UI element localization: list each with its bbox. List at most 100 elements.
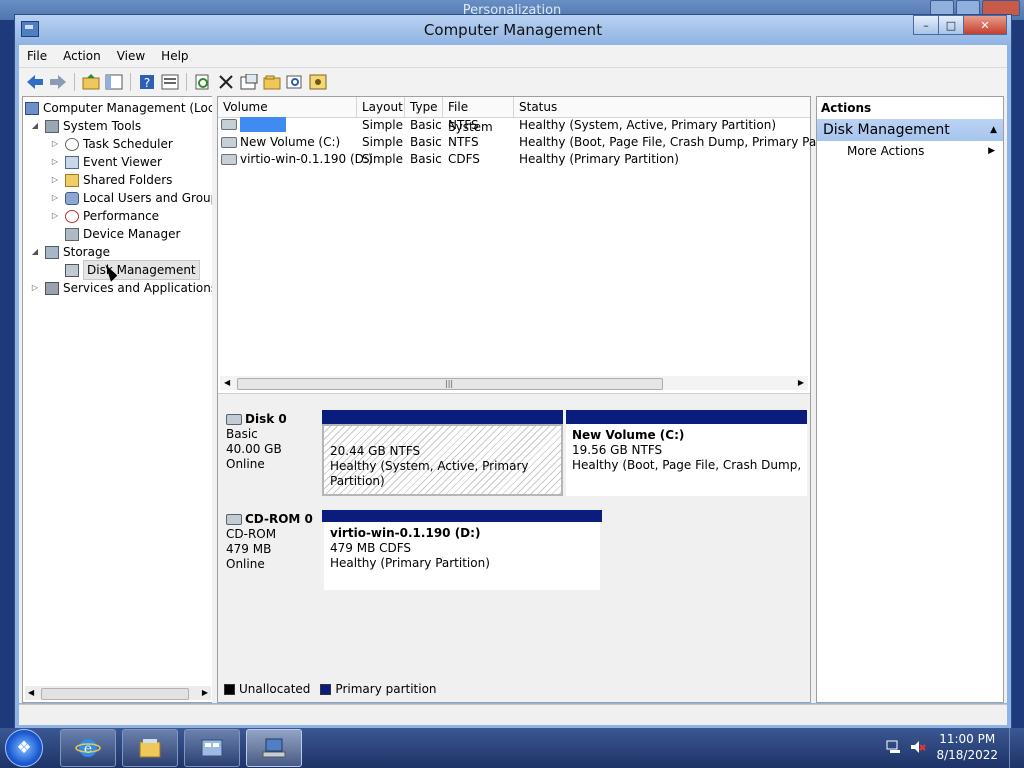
tree-label-storage: Storage (63, 245, 110, 259)
disk-0-info[interactable]: Disk 0 Basic 40.00 GB Online (226, 412, 287, 472)
taskbar-explorer[interactable] (122, 729, 178, 767)
volume-row[interactable]: New Volume (C:) Simple Basic NTFS Health… (218, 134, 852, 151)
collapse-icon[interactable]: ◢ (29, 117, 41, 135)
tree-item-disk-management[interactable]: Disk Management (65, 260, 200, 280)
menu-help[interactable]: Help (153, 49, 196, 63)
toolbar-separator (130, 73, 131, 91)
volume-row[interactable]: Simple Basic NTFS Healthy (System, Activ… (218, 117, 810, 134)
menu-action[interactable]: Action (55, 49, 109, 63)
partition-system[interactable]: 20.44 GB NTFS Healthy (System, Active, P… (322, 424, 563, 496)
expand-icon[interactable]: ▷ (49, 153, 61, 171)
properties-sheet-icon[interactable] (239, 72, 259, 92)
file-explorer-icon (139, 739, 161, 758)
partition-status: Healthy (Primary Partition) (330, 556, 490, 570)
taskbar-internet-explorer[interactable]: e (60, 729, 116, 767)
tree-item-task-scheduler[interactable]: ▷ Task Scheduler (49, 135, 173, 153)
column-volume[interactable]: Volume (218, 97, 357, 117)
tree-item-root[interactable]: Computer Management (Local (25, 99, 214, 117)
column-type[interactable]: Type (405, 97, 443, 117)
start-button[interactable]: ❖ (5, 729, 43, 767)
partition-c[interactable]: New Volume (C:) 19.56 GB NTFS Healthy (B… (566, 424, 807, 496)
partition-status: Healthy (Boot, Page File, Crash Dump, Pr… (572, 458, 801, 472)
tree-label-device-manager: Device Manager (83, 227, 181, 241)
scroll-left-icon[interactable]: ◀ (224, 376, 230, 390)
tree-horizontal-scrollbar[interactable]: ◀ ▶ (25, 686, 211, 700)
volume-type: Basic (410, 152, 442, 166)
column-status[interactable]: Status (514, 97, 812, 117)
tree-item-system-tools[interactable]: ◢ System Tools (29, 117, 141, 135)
column-file-system[interactable]: File System (443, 97, 514, 134)
tree-item-shared-folders[interactable]: ▷ Shared Folders (49, 171, 172, 189)
title-bar[interactable]: Computer Management – □ ✕ (15, 15, 1011, 45)
volume-type: Basic (410, 135, 442, 149)
tree-item-event-viewer[interactable]: ▷ Event Viewer (49, 153, 162, 171)
taskbar-computer-management[interactable] (246, 729, 302, 767)
tree-label-local-users: Local Users and Groups (83, 191, 214, 205)
expand-icon[interactable]: ▷ (49, 189, 61, 207)
more-actions-label: More Actions (847, 144, 925, 158)
system-tray: 11:00 PM 8/18/2022 (884, 728, 1024, 768)
svg-text:?: ? (144, 76, 150, 90)
volume-layout: Simple (362, 152, 403, 166)
volume-muted-icon[interactable] (910, 740, 926, 754)
tree-label-shared-folders: Shared Folders (83, 173, 173, 187)
tree-item-local-users[interactable]: ▷ Local Users and Groups (49, 189, 214, 207)
collapse-icon[interactable]: ◢ (29, 243, 41, 261)
tree-item-services[interactable]: ▷ Services and Applications (29, 279, 213, 297)
forward-icon[interactable] (48, 72, 68, 92)
scroll-right-icon[interactable]: ▶ (798, 376, 804, 390)
expand-icon[interactable]: ▷ (49, 207, 61, 225)
expand-icon[interactable]: ▷ (29, 279, 41, 297)
scroll-right-icon[interactable]: ▶ (202, 686, 208, 700)
scroll-grip-icon: ||| (445, 379, 454, 388)
volume-horizontal-scrollbar[interactable]: ◀ ||| ▶ (220, 376, 808, 390)
tree-scroll-thumb[interactable] (41, 688, 189, 700)
partition-d[interactable]: virtio-win-0.1.190 (D:) 479 MB CDFS Heal… (324, 522, 600, 590)
tree-item-device-manager[interactable]: Device Manager (65, 225, 180, 243)
help-icon[interactable]: ? (137, 72, 157, 92)
internet-explorer-icon: e (75, 739, 101, 757)
partition-label (330, 430, 555, 444)
computer-management-taskbar-icon (262, 738, 286, 758)
network-icon[interactable] (886, 740, 902, 754)
disk-size: 479 MB (226, 542, 272, 556)
close-button[interactable]: ✕ (963, 15, 1007, 35)
minimize-button[interactable]: – (913, 15, 939, 35)
back-icon[interactable] (25, 72, 45, 92)
tree-item-performance[interactable]: ▷ Performance (49, 207, 159, 225)
cdrom-0-info[interactable]: CD-ROM 0 CD-ROM 479 MB Online (226, 512, 313, 572)
refresh-icon[interactable] (193, 72, 213, 92)
expand-icon[interactable]: ▷ (49, 171, 61, 189)
expand-icon[interactable]: ▷ (49, 135, 61, 153)
menu-view[interactable]: View (109, 49, 153, 63)
legend-unallocated: Unallocated (239, 682, 311, 696)
open-icon[interactable] (262, 72, 282, 92)
actions-group-disk-management[interactable]: Disk Management ▲ (817, 119, 1003, 141)
show-hide-tree-icon[interactable] (104, 72, 124, 92)
tree-item-storage[interactable]: ◢ Storage (29, 243, 110, 261)
volume-status: Healthy (System, Active, Primary Partiti… (519, 118, 777, 132)
tree-label-root: Computer Management (Local (43, 101, 214, 115)
menu-bar: File Action View Help (19, 45, 1007, 67)
settings-icon[interactable] (308, 72, 328, 92)
up-folder-icon[interactable] (81, 72, 101, 92)
properties-icon[interactable] (160, 72, 180, 92)
column-layout[interactable]: Layout (357, 97, 405, 117)
volume-layout: Simple (362, 118, 403, 132)
clock-date: 8/18/2022 (936, 748, 998, 762)
show-desktop-button[interactable] (1009, 728, 1024, 768)
clock[interactable]: 11:00 PM 8/18/2022 (936, 731, 998, 763)
volume-scroll-thumb[interactable]: ||| (237, 378, 663, 390)
menu-file[interactable]: File (19, 49, 55, 63)
delete-icon[interactable] (216, 72, 236, 92)
search-icon[interactable] (285, 72, 305, 92)
partition-label: New Volume (C:) (572, 428, 685, 442)
more-actions-item[interactable]: More Actions ▶ (817, 141, 1003, 161)
toolbar-separator (74, 73, 75, 91)
volume-name: New Volume (C:) (240, 135, 341, 149)
collapse-up-icon[interactable]: ▲ (990, 119, 997, 141)
volume-row[interactable]: virtio-win-0.1.190 (D:) Simple Basic CDF… (218, 151, 810, 168)
scroll-left-icon[interactable]: ◀ (28, 686, 34, 700)
maximize-button[interactable]: □ (938, 15, 964, 35)
taskbar-control-panel[interactable] (184, 729, 240, 767)
